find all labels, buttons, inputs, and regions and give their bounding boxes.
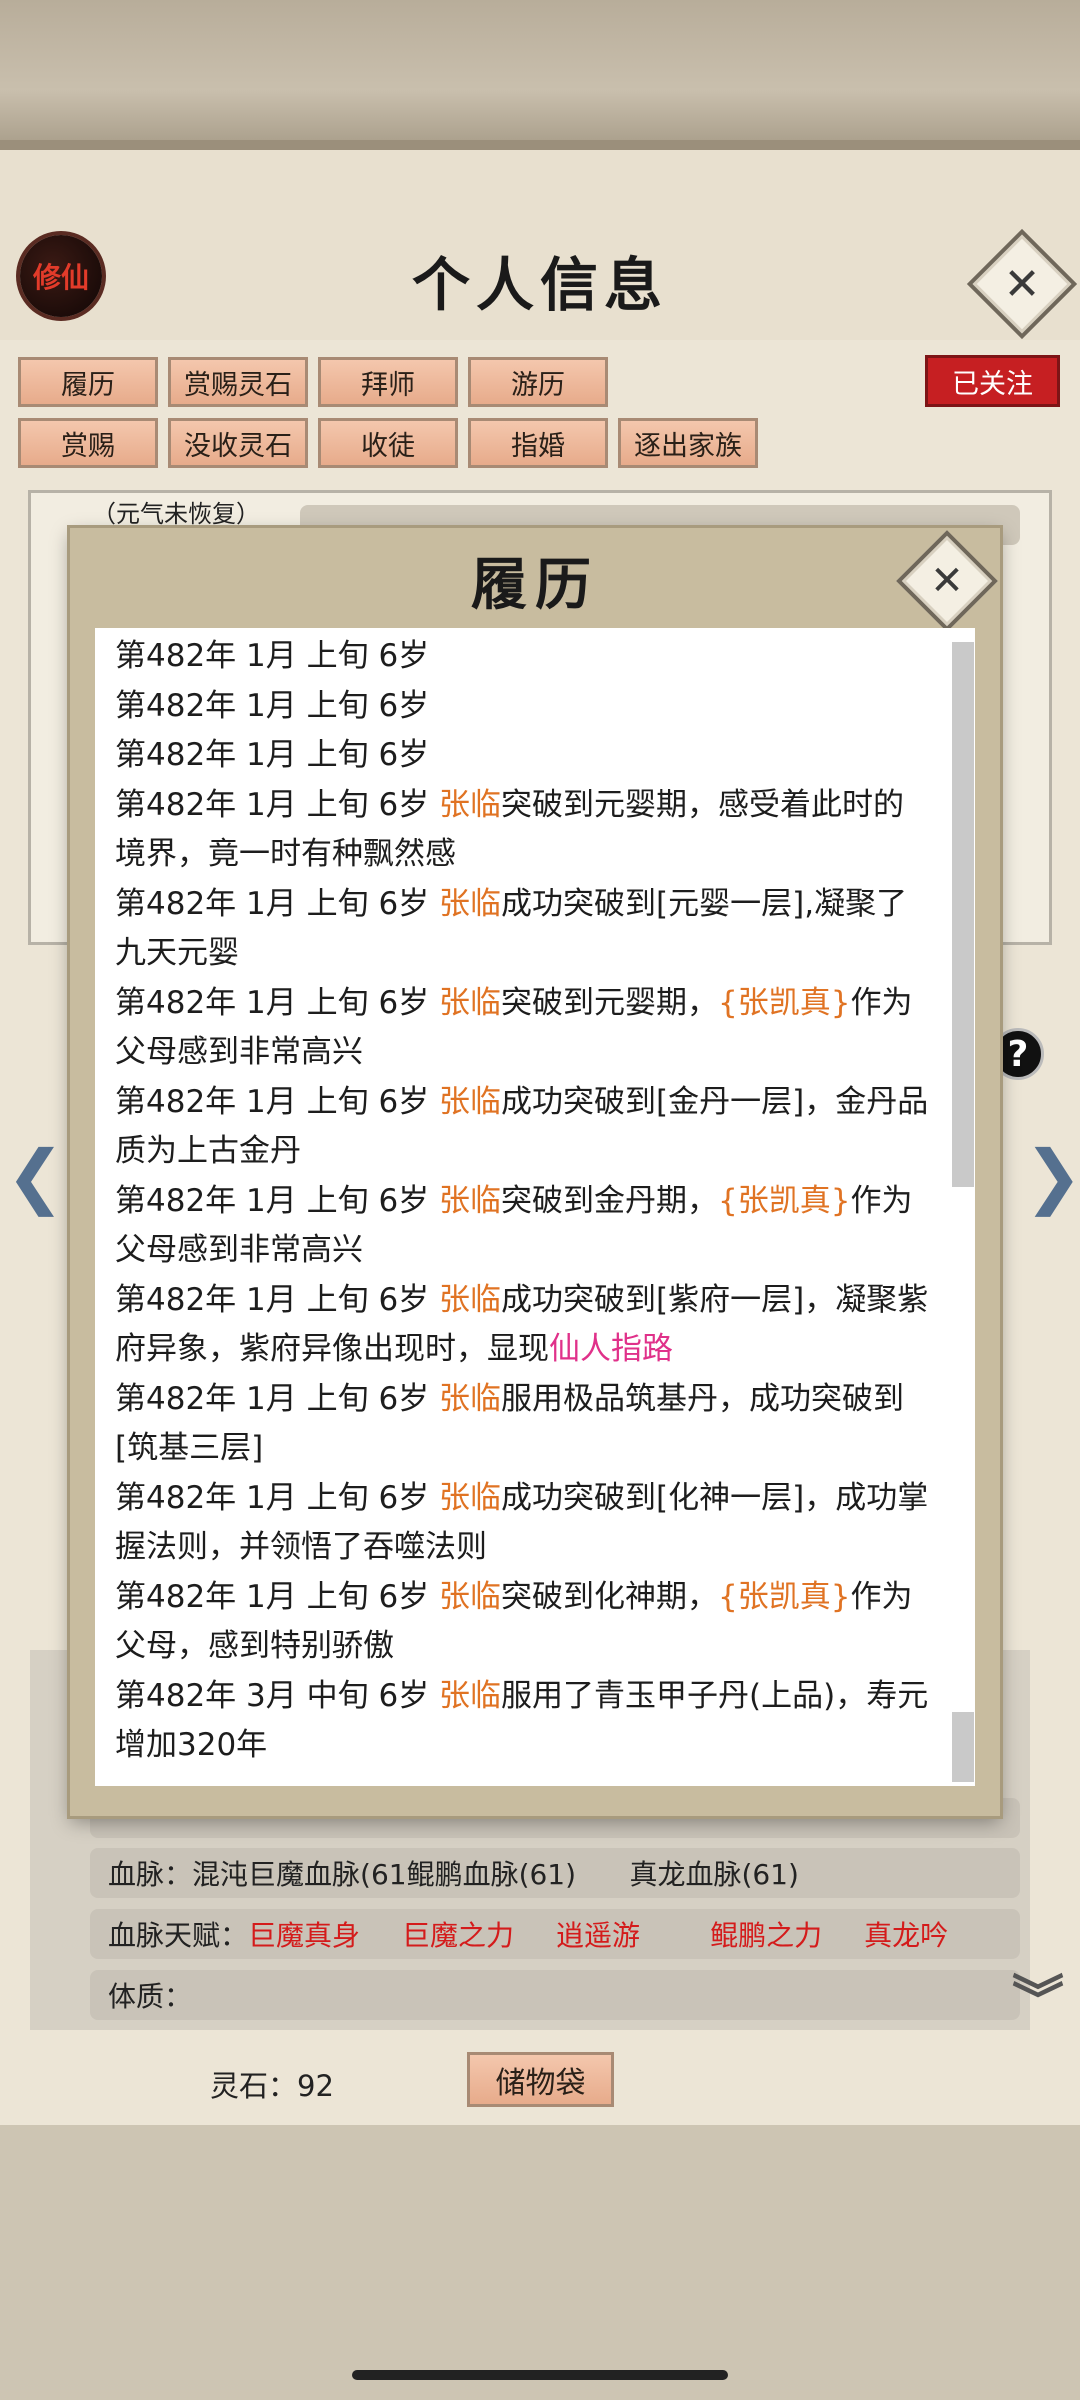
status-note: （元气未恢复）	[92, 500, 260, 528]
logo-icon: 修仙	[20, 235, 102, 317]
highlight-text: 仙人指路	[549, 1331, 673, 1367]
bloodline-talent-row: 血脉天赋： 巨魔真身 巨魔之力 逍遥游 鲲鹏之力 真龙吟	[90, 1909, 1020, 1959]
character-name: 张临	[439, 1479, 502, 1516]
followed-button[interactable]: 已关注	[925, 355, 1060, 407]
storage-bag-button[interactable]: 储物袋	[467, 2052, 614, 2107]
character-name: {张凯真}	[718, 1182, 851, 1219]
entry-text: 第482年 1月 上旬 6岁	[115, 737, 430, 773]
history-entry: 第482年 1月 上旬 6岁 张临服用极品筑基丹，成功突破到[筑基三层]	[115, 1375, 935, 1474]
physique-label: 体质：	[108, 1980, 193, 2013]
spirit-stones-count: 灵石：92	[210, 2069, 334, 2103]
bottom-area	[0, 2125, 1080, 2400]
action-button[interactable]: 拜师	[318, 357, 458, 407]
entry-text: 第482年 1月 上旬 6岁	[115, 786, 440, 823]
character-name: 张临	[439, 1380, 502, 1417]
history-entry: 第482年 1月 上旬 6岁 张临成功突破到[金丹一层]，金丹品质为上古金丹	[115, 1078, 935, 1177]
entry-text: 突破到化神期，	[501, 1578, 719, 1615]
talent-item: 真龙吟	[864, 1919, 949, 1952]
scrollbar-thumb[interactable]	[952, 642, 974, 1187]
history-entry: 第482年 1月 上旬 6岁 张临成功突破到[紫府一层]，凝聚紫府异象，紫府异像…	[115, 1276, 935, 1375]
entry-text: 第482年 1月 上旬 6岁	[115, 1578, 440, 1615]
history-entry: 第482年 3月 中旬 6岁 张临服用了青玉甲子丹(上品)，寿元增加320年	[115, 1672, 935, 1771]
action-button[interactable]: 赏赐灵石	[168, 357, 308, 407]
entry-text: 突破到金丹期，	[501, 1182, 719, 1219]
scrollbar-thumb-lower	[952, 1712, 974, 1782]
top-decoration	[0, 0, 1080, 150]
action-button[interactable]: 赏赐	[18, 418, 158, 468]
character-name: 张临	[439, 1083, 502, 1120]
entry-text: 第482年 1月 上旬 6岁	[115, 1479, 440, 1516]
action-button[interactable]: 履历	[18, 357, 158, 407]
talent-item: 逍遥游	[556, 1919, 641, 1952]
action-button[interactable]: 收徒	[318, 418, 458, 468]
home-indicator[interactable]	[352, 2370, 728, 2380]
history-entry: 第482年 1月 上旬 6岁 张临突破到金丹期，{张凯真}作为父母感到非常高兴	[115, 1177, 935, 1276]
physique-row: 体质：	[90, 1970, 1020, 2020]
entry-text: 第482年 1月 上旬 6岁	[115, 687, 430, 724]
entry-text: 第482年 1月 上旬 6岁	[115, 1380, 440, 1417]
history-log[interactable]: 第482年 1月 上旬 6岁 第482年 1月 上旬 6岁 第482年 1月 上旬 …	[95, 628, 975, 1786]
character-name: {张凯真}	[718, 1578, 851, 1615]
action-button[interactable]: 指婚	[468, 418, 608, 468]
action-button[interactable]: 游历	[468, 357, 608, 407]
action-button[interactable]: 没收灵石	[168, 418, 308, 468]
entry-text: 第482年 1月 上旬 6岁	[115, 1182, 440, 1219]
bloodline-talent-label: 血脉天赋：	[108, 1919, 249, 1952]
history-entry: 第482年 1月 上旬 6岁 张临成功突破到[元婴一层],凝聚了九天元婴	[115, 880, 935, 979]
entry-text: 第482年 1月 上旬 6岁	[115, 1083, 440, 1120]
character-name: 张临	[439, 1677, 502, 1714]
character-name: 张临	[439, 885, 502, 922]
entry-text: 第482年 1月 上旬 6岁	[115, 1281, 440, 1318]
talent-item: 巨魔真身	[248, 1919, 361, 1952]
character-name: 张临	[439, 786, 502, 823]
character-name: 张临	[439, 1578, 502, 1615]
talent-item: 巨魔之力	[402, 1919, 515, 1952]
bloodline-label: 血脉：	[108, 1858, 193, 1891]
bloodline-row: 血脉： 混沌巨魔血脉(61鲲鹏血脉(61) 真龙血脉(61)	[90, 1848, 1020, 1898]
close-icon: ✕	[930, 558, 964, 604]
modal-title: 履历	[471, 552, 599, 618]
close-icon: ✕	[1003, 258, 1041, 310]
character-name: 张临	[439, 1281, 502, 1318]
talent-item: 鲲鹏之力	[710, 1919, 823, 1952]
history-entry: 第482年 1月 上旬 6岁	[115, 731, 935, 781]
history-list: 第482年 1月 上旬 6岁 第482年 1月 上旬 6岁 第482年 1月 上旬 …	[115, 632, 935, 1771]
action-button[interactable]: 逐出家族	[618, 418, 758, 468]
page-title: 个人信息	[411, 251, 668, 319]
history-entry: 第482年 1月 上旬 6岁	[115, 632, 935, 682]
entry-text: 第482年 1月 上旬 6岁	[115, 984, 440, 1021]
history-entry: 第482年 1月 上旬 6岁	[115, 682, 935, 732]
history-entry: 第482年 1月 上旬 6岁 张临成功突破到[化神一层]，成功掌握法则，并领悟了…	[115, 1474, 935, 1573]
entry-text: 第482年 3月 中旬 6岁	[115, 1677, 440, 1714]
history-entry: 第482年 1月 上旬 6岁 张临突破到元婴期，{张凯真}作为父母感到非常高兴	[115, 979, 935, 1078]
character-name: 张临	[439, 984, 502, 1021]
entry-text: 第482年 1月 上旬 6岁	[115, 885, 440, 922]
entry-text: 第482年 1月 上旬 6岁	[115, 638, 430, 674]
history-entry: 第482年 1月 上旬 6岁 张临突破到元婴期，感受着此时的境界，竟一时有种飘然…	[115, 781, 935, 880]
next-arrow-icon[interactable]: ❯	[1024, 1135, 1080, 1217]
prev-arrow-icon[interactable]: ❮	[6, 1135, 65, 1217]
character-name: {张凯真}	[718, 984, 851, 1021]
expand-icon[interactable]: ︾	[1012, 1958, 1064, 2033]
character-name: 张临	[439, 1182, 502, 1219]
bloodline-value: 混沌巨魔血脉(61鲲鹏血脉(61) 真龙血脉(61)	[192, 1858, 799, 1891]
history-entry: 第482年 1月 上旬 6岁 张临突破到化神期，{张凯真}作为父母，感到特别骄傲	[115, 1573, 935, 1672]
entry-text: 突破到元婴期，	[501, 984, 719, 1021]
